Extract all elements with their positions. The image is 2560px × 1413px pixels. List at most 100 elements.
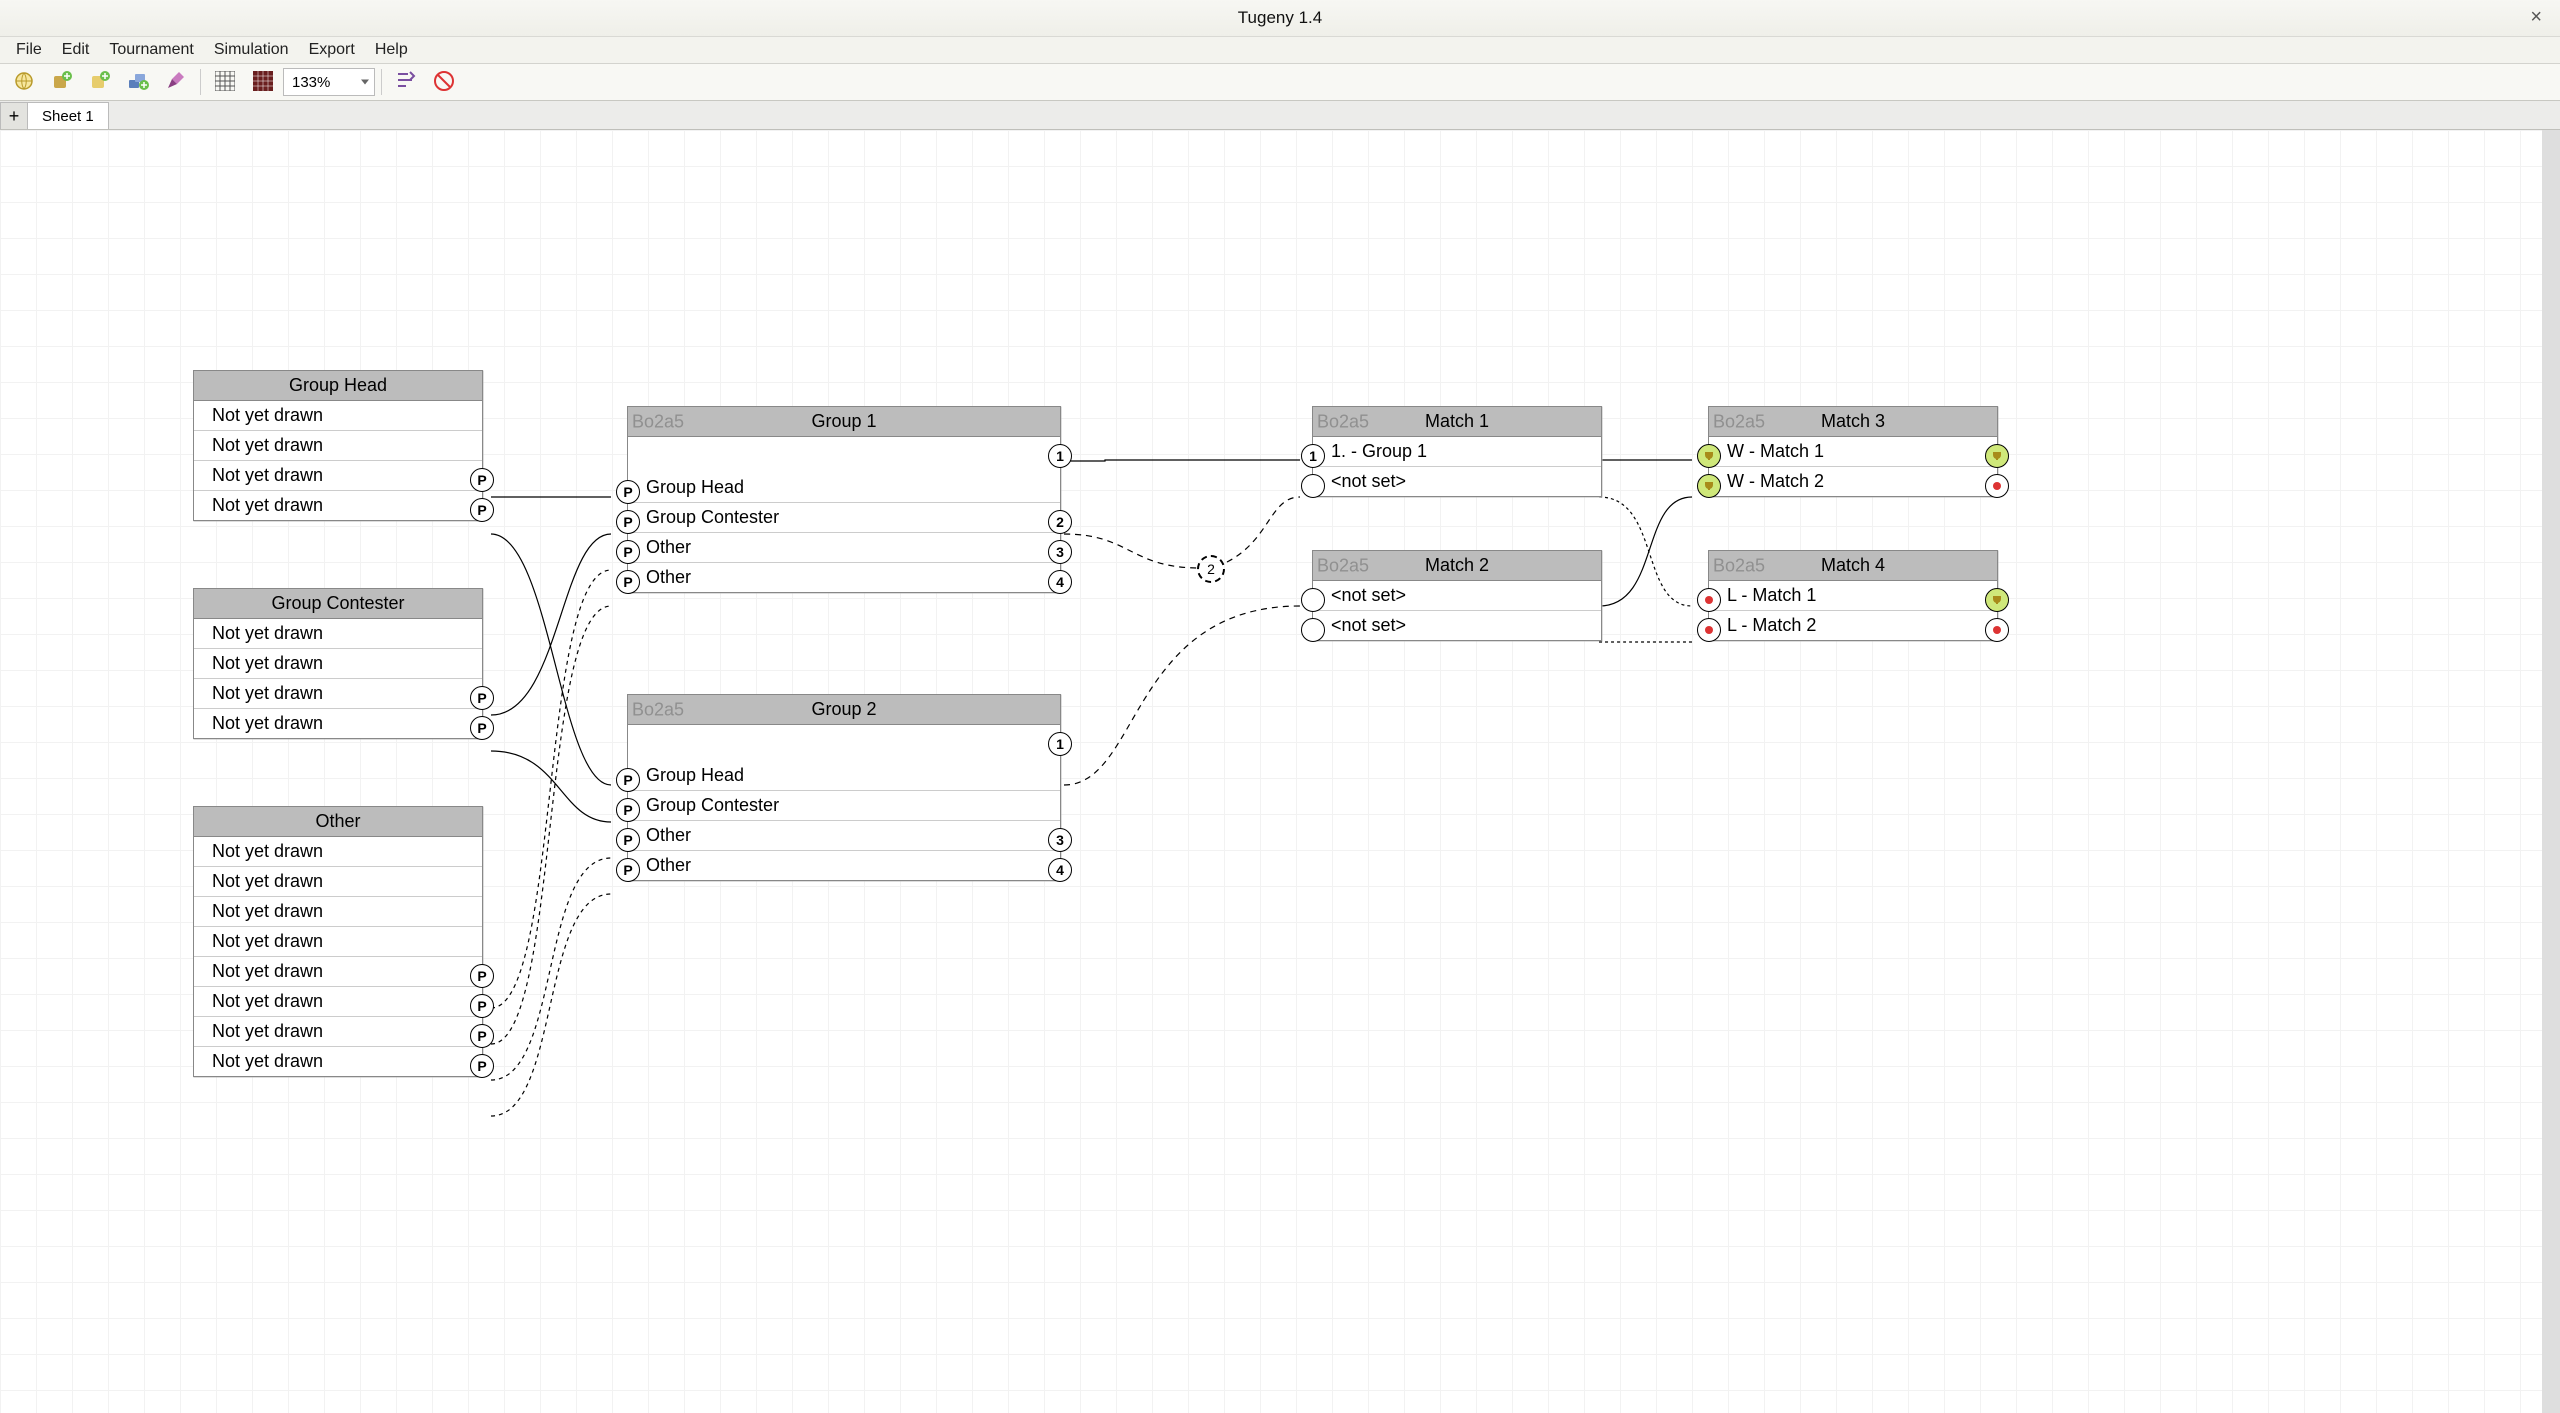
group-2[interactable]: Bo2a5 Group 2 1 P Group Head P Group Con… — [627, 694, 1061, 881]
port-out[interactable]: P — [470, 468, 494, 492]
port-out[interactable]: P — [470, 1054, 494, 1078]
group-row[interactable]: P Group Contester — [628, 791, 1060, 821]
menu-edit[interactable]: Edit — [52, 38, 100, 62]
group-1[interactable]: Bo2a5 Group 1 1 P Group Head P Group Con… — [627, 406, 1061, 593]
group-row[interactable]: P Group Head — [628, 473, 1060, 503]
pool-row[interactable]: Not yet drawn P — [194, 491, 482, 520]
new-tournament-button[interactable] — [6, 66, 42, 98]
pool-row[interactable]: Not yet drawn P — [194, 1047, 482, 1076]
pool-row[interactable]: Not yet drawn — [194, 619, 482, 649]
pool-row[interactable]: Not yet drawn P — [194, 957, 482, 987]
port-out-1[interactable]: 1 — [1048, 732, 1072, 756]
match-2[interactable]: Bo2a5 Match 2 <not set> <not set> — [1312, 550, 1602, 641]
port-winner-in[interactable] — [1697, 444, 1721, 468]
port-out-3[interactable]: 3 — [1048, 828, 1072, 852]
grid-dark-icon — [253, 71, 273, 94]
port-in[interactable]: P — [616, 798, 640, 822]
port-in-empty[interactable] — [1301, 618, 1325, 642]
pool-row[interactable]: Not yet drawn — [194, 927, 482, 957]
pool-row[interactable]: Not yet drawn P — [194, 1017, 482, 1047]
pool-row[interactable]: Not yet drawn — [194, 431, 482, 461]
port-in[interactable]: P — [616, 570, 640, 594]
port-winner-out[interactable] — [1985, 444, 2009, 468]
pool-row[interactable]: Not yet drawn — [194, 649, 482, 679]
match-row[interactable]: <not set> — [1313, 611, 1601, 640]
match-row[interactable]: L - Match 2 — [1709, 611, 1997, 640]
group-row[interactable]: P Other 3 — [628, 533, 1060, 563]
clear-button[interactable] — [426, 66, 462, 98]
pool-other[interactable]: Other Not yet drawn Not yet drawn Not ye… — [193, 806, 483, 1077]
pool-row[interactable]: Not yet drawn P — [194, 709, 482, 738]
new-pool-button[interactable] — [44, 66, 80, 98]
menu-help[interactable]: Help — [365, 38, 418, 62]
match-row[interactable]: <not set> — [1313, 467, 1601, 496]
pool-row[interactable]: Not yet drawn — [194, 897, 482, 927]
port-out-2[interactable]: 2 — [1048, 510, 1072, 534]
close-button[interactable]: × — [2524, 6, 2548, 29]
pool-row[interactable]: Not yet drawn P — [194, 679, 482, 709]
new-group-button[interactable] — [82, 66, 118, 98]
port-out-1[interactable]: 1 — [1048, 444, 1072, 468]
tournament-canvas[interactable]: 2 Group Head Not yet drawn Not yet drawn… — [0, 130, 2560, 1413]
group-row[interactable]: P Group Head — [628, 761, 1060, 791]
port-loser-in[interactable] — [1697, 618, 1721, 642]
port-loser-out[interactable] — [1985, 474, 2009, 498]
pool-row[interactable]: Not yet drawn — [194, 837, 482, 867]
port-out[interactable]: P — [470, 994, 494, 1018]
port-in[interactable]: P — [616, 540, 640, 564]
zoom-combo[interactable]: 133% — [283, 68, 375, 96]
pool-row[interactable]: Not yet drawn P — [194, 987, 482, 1017]
pool-row[interactable]: Not yet drawn P — [194, 461, 482, 491]
match-1[interactable]: Bo2a5 Match 1 1 1. - Group 1 <not set> — [1312, 406, 1602, 497]
menu-file[interactable]: File — [6, 38, 52, 62]
port-out[interactable]: P — [470, 716, 494, 740]
add-sheet-button[interactable]: + — [0, 102, 28, 129]
pool-group-contester[interactable]: Group Contester Not yet drawn Not yet dr… — [193, 588, 483, 739]
port-winner-in[interactable] — [1697, 474, 1721, 498]
match-3[interactable]: Bo2a5 Match 3 W - Match 1 W - Match 2 — [1708, 406, 1998, 497]
port-in[interactable]: P — [616, 768, 640, 792]
grid-light-button[interactable] — [207, 66, 243, 98]
port-in-empty[interactable] — [1301, 474, 1325, 498]
port-out-3[interactable]: 3 — [1048, 540, 1072, 564]
port-loser-in[interactable] — [1697, 588, 1721, 612]
port-in[interactable]: P — [616, 858, 640, 882]
pool-row[interactable]: Not yet drawn — [194, 867, 482, 897]
port-in[interactable]: 1 — [1301, 444, 1325, 468]
menu-export[interactable]: Export — [299, 38, 365, 62]
menu-simulation[interactable]: Simulation — [204, 38, 299, 62]
group-row[interactable]: P Group Contester 2 — [628, 503, 1060, 533]
match-row[interactable]: W - Match 1 — [1709, 437, 1997, 467]
port-out-4[interactable]: 4 — [1048, 570, 1072, 594]
zoom-value: 133% — [292, 74, 330, 91]
port-in[interactable]: P — [616, 510, 640, 534]
new-match-button[interactable] — [120, 66, 156, 98]
broom-button[interactable] — [158, 66, 194, 98]
port-loser-out[interactable] — [1985, 618, 2009, 642]
group-row[interactable]: P Other 4 — [628, 563, 1060, 592]
port-out[interactable]: P — [470, 964, 494, 988]
arrange-button[interactable] — [388, 66, 424, 98]
port-in[interactable]: P — [616, 828, 640, 852]
port-winner-out[interactable] — [1985, 588, 2009, 612]
mode-tag: Bo2a5 — [1317, 411, 1369, 432]
port-out-4[interactable]: 4 — [1048, 858, 1072, 882]
pool-group-head[interactable]: Group Head Not yet drawn Not yet drawn N… — [193, 370, 483, 521]
match-4[interactable]: Bo2a5 Match 4 L - Match 1 L - Match 2 — [1708, 550, 1998, 641]
sheet-tab-1[interactable]: Sheet 1 — [28, 102, 109, 129]
dragging-port[interactable]: 2 — [1197, 555, 1225, 583]
match-row[interactable]: 1 1. - Group 1 — [1313, 437, 1601, 467]
port-out[interactable]: P — [470, 498, 494, 522]
port-in[interactable]: P — [616, 480, 640, 504]
port-out[interactable]: P — [470, 686, 494, 710]
group-row[interactable]: P Other 4 — [628, 851, 1060, 880]
match-row[interactable]: <not set> — [1313, 581, 1601, 611]
match-row[interactable]: L - Match 1 — [1709, 581, 1997, 611]
port-in-empty[interactable] — [1301, 588, 1325, 612]
pool-row[interactable]: Not yet drawn — [194, 401, 482, 431]
match-row[interactable]: W - Match 2 — [1709, 467, 1997, 496]
port-out[interactable]: P — [470, 1024, 494, 1048]
grid-dark-button[interactable] — [245, 66, 281, 98]
menu-tournament[interactable]: Tournament — [99, 38, 204, 62]
group-row[interactable]: P Other 3 — [628, 821, 1060, 851]
